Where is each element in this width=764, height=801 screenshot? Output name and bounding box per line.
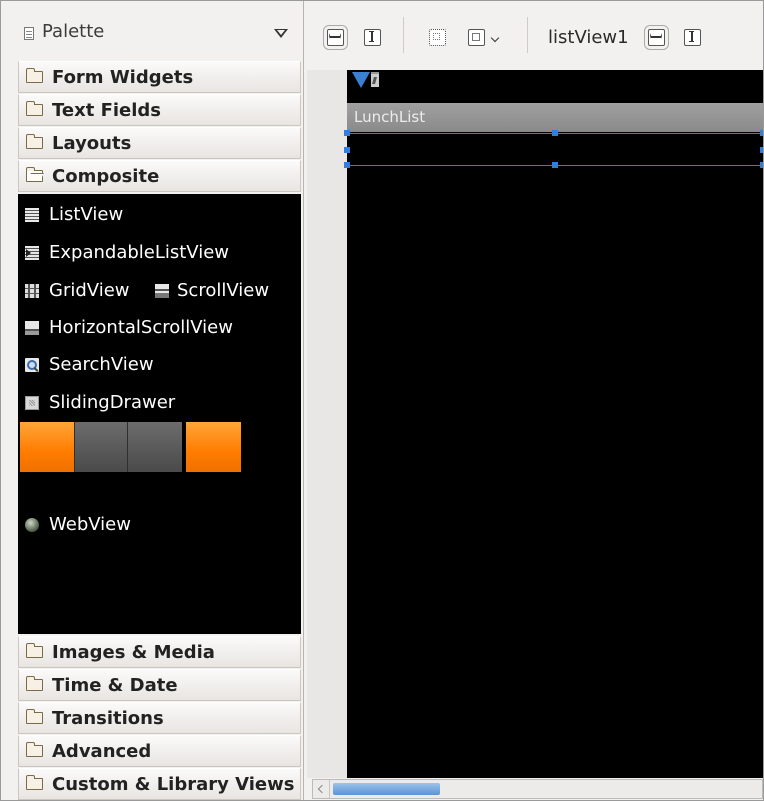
gravity-icon[interactable] [468, 29, 485, 46]
resize-handle[interactable] [344, 130, 350, 136]
folder-icon [25, 775, 43, 790]
widget-label: GridView [49, 280, 130, 301]
horizontal-scrollview-icon [25, 320, 39, 335]
chevron-down-icon[interactable] [490, 33, 500, 43]
widget-expandablelistview[interactable]: ExpandableListView [25, 242, 229, 263]
horizontal-scrollbar[interactable] [312, 779, 763, 799]
widget-listview[interactable]: ListView [25, 204, 123, 225]
searchview-icon [25, 357, 39, 372]
folder-icon [25, 676, 43, 691]
resize-handle[interactable] [760, 147, 763, 153]
category-label: Advanced [52, 740, 152, 762]
battery-icon [371, 72, 379, 87]
app-title-bar: LunchList [347, 103, 763, 132]
scrollview-icon [155, 283, 169, 298]
resize-handle[interactable] [760, 162, 763, 168]
layout-editor-pane: listView1 LunchList [304, 1, 763, 800]
widget-label: HorizontalScrollView [49, 317, 233, 338]
category-label: Transitions [52, 707, 164, 729]
category-label: Time & Date [52, 674, 178, 696]
category-label: Custom & Library Views [52, 773, 295, 795]
slidingdrawer-icon [25, 395, 39, 410]
widget-scrollview[interactable]: ScrollView [155, 280, 269, 301]
folder-icon [25, 643, 43, 658]
category-label: Form Widgets [52, 66, 194, 88]
category-time-date[interactable]: Time & Date [18, 669, 301, 701]
category-label: Images & Media [52, 641, 215, 663]
palette-header: Palette [1, 1, 303, 60]
width-fill-parent-icon[interactable] [644, 25, 669, 50]
widget-label: SearchView [49, 354, 154, 375]
category-custom-library-views[interactable]: Custom & Library Views [18, 768, 301, 800]
resize-handle[interactable] [552, 130, 558, 136]
palette-menu-dropdown-icon[interactable] [274, 29, 288, 38]
folder-icon [25, 709, 43, 724]
folder-icon [25, 68, 43, 83]
resize-handle[interactable] [344, 162, 350, 168]
category-images-media[interactable]: Images & Media [18, 636, 301, 668]
wifi-icon [352, 72, 370, 88]
palette-icon [24, 27, 34, 40]
tab-preview-segment [74, 422, 128, 472]
toolbar-separator [403, 17, 404, 53]
device-screen-preview[interactable]: LunchList [344, 70, 763, 778]
scrollbar-thumb[interactable] [333, 783, 440, 795]
eclipse-layout-editor: Palette Form Widgets Text Fields Layouts… [0, 0, 764, 801]
height-wrap-content-icon[interactable] [684, 29, 701, 46]
resize-handle[interactable] [760, 130, 763, 136]
category-form-widgets[interactable]: Form Widgets [18, 61, 301, 93]
tab-preview-segment [127, 422, 182, 472]
selected-view-label: listView1 [548, 27, 629, 48]
webview-icon [25, 517, 39, 532]
category-label: Composite [52, 165, 160, 187]
composite-widgets-preview: ListView ExpandableListView GridView Scr… [18, 194, 301, 634]
margins-icon[interactable] [429, 29, 446, 46]
category-text-fields[interactable]: Text Fields [18, 94, 301, 126]
palette-panel: Palette Form Widgets Text Fields Layouts… [1, 1, 304, 800]
resize-handle[interactable] [344, 147, 350, 153]
widget-label: ScrollView [177, 280, 270, 301]
design-canvas[interactable]: LunchList [307, 70, 763, 778]
toolbar-separator [527, 17, 528, 53]
folder-open-icon [25, 167, 43, 182]
tab-preview-segment [186, 422, 241, 472]
resize-handle[interactable] [552, 162, 558, 168]
category-label: Text Fields [52, 99, 162, 121]
widget-label: SlidingDrawer [49, 392, 176, 413]
widget-label: ExpandableListView [49, 242, 230, 263]
folder-icon [25, 101, 43, 116]
folder-icon [25, 134, 43, 149]
widget-label: ListView [49, 204, 124, 225]
palette-title: Palette [42, 21, 105, 42]
selected-listview[interactable] [344, 130, 763, 168]
fill-height-toggle-icon[interactable] [364, 29, 381, 46]
widget-slidingdrawer[interactable]: SlidingDrawer [25, 392, 175, 413]
listview-icon [25, 207, 39, 222]
category-layouts[interactable]: Layouts [18, 127, 301, 159]
category-label: Layouts [52, 132, 132, 154]
widget-horizontalscrollview[interactable]: HorizontalScrollView [25, 317, 233, 338]
widget-label: WebView [49, 514, 131, 535]
category-advanced[interactable]: Advanced [18, 735, 301, 767]
scroll-left-icon[interactable] [313, 780, 330, 798]
category-transitions[interactable]: Transitions [18, 702, 301, 734]
widget-tabhost-preview[interactable] [20, 422, 241, 472]
widget-gridview[interactable]: GridView [25, 280, 130, 301]
widget-webview[interactable]: WebView [25, 514, 131, 535]
fill-width-toggle-icon[interactable] [323, 25, 348, 50]
expandable-listview-icon [25, 245, 39, 260]
folder-icon [25, 742, 43, 757]
gridview-icon [25, 283, 39, 298]
category-composite[interactable]: Composite [18, 160, 301, 192]
tab-preview-segment [20, 422, 74, 472]
widget-searchview[interactable]: SearchView [25, 354, 154, 375]
